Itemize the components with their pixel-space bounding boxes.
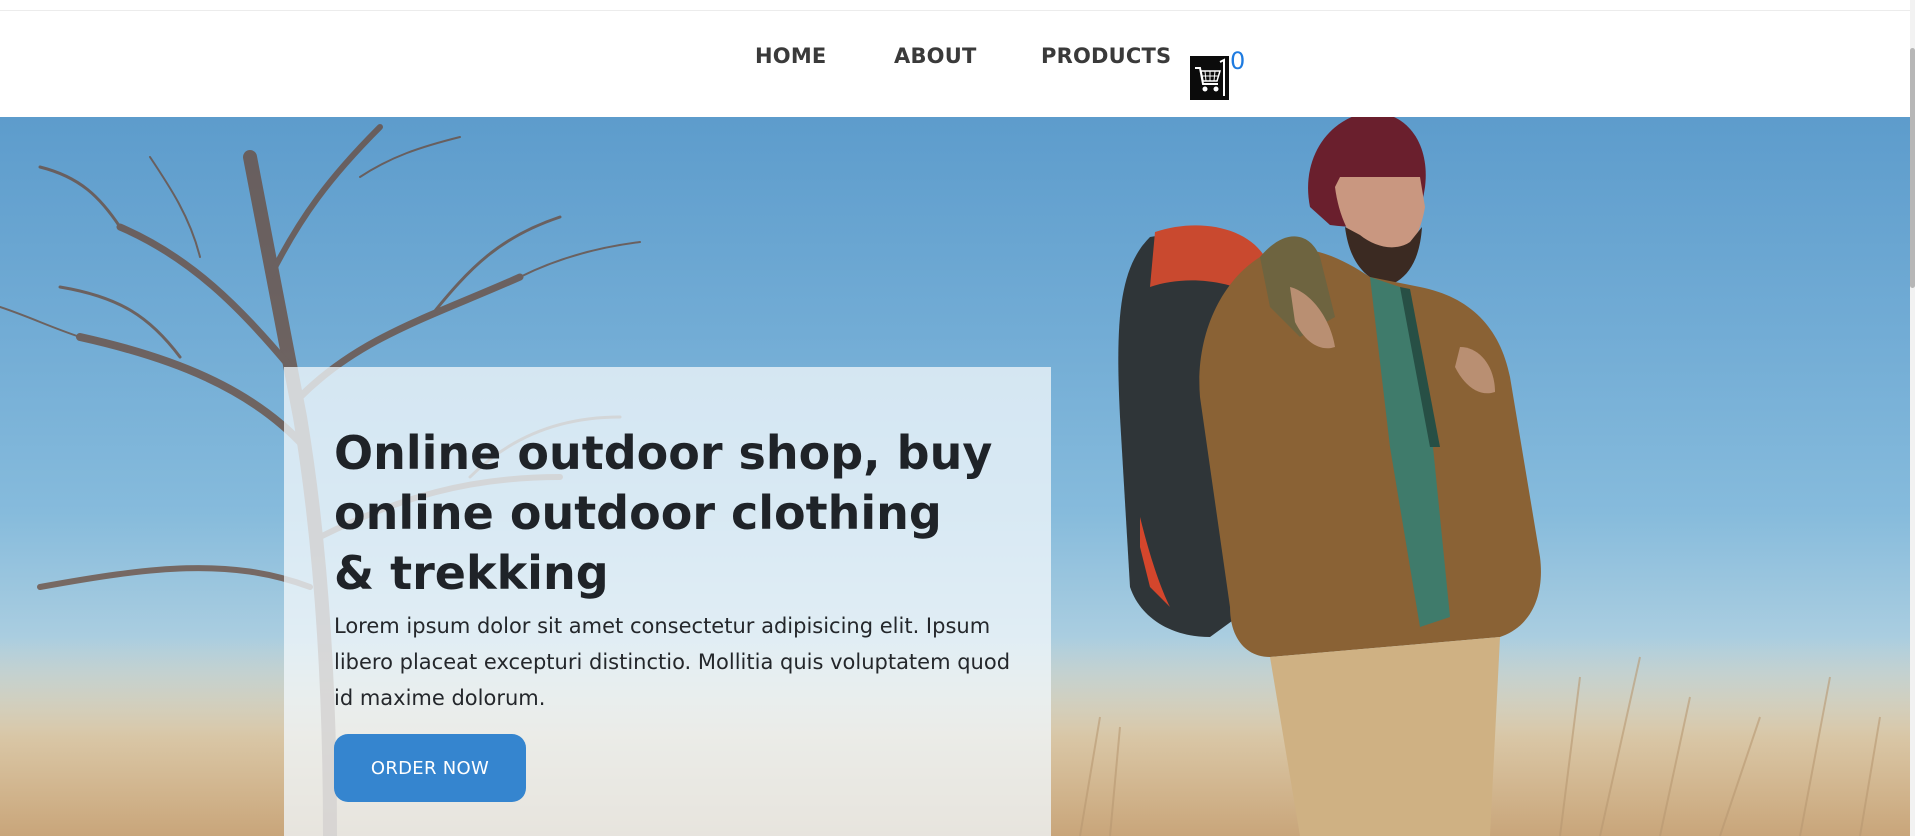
page-scrollbar[interactable] xyxy=(1910,0,1915,836)
nav-home-link[interactable]: HOME xyxy=(755,44,826,68)
order-now-button[interactable]: ORDER NOW xyxy=(334,734,526,802)
navbar: HOME ABOUT PRODUCTS 0 xyxy=(0,11,1910,117)
browser-top-strip xyxy=(0,0,1915,11)
hero-card: Online outdoor shop, buy online outdoor … xyxy=(284,367,1051,836)
hero-section: Online outdoor shop, buy online outdoor … xyxy=(0,117,1910,836)
scrollbar-thumb[interactable] xyxy=(1910,48,1915,288)
cart-button[interactable]: 0 xyxy=(1190,44,1246,100)
cart-count-badge: 0 xyxy=(1230,47,1246,75)
shopping-cart-icon xyxy=(1190,56,1229,100)
nav-products-link[interactable]: PRODUCTS xyxy=(1041,44,1171,68)
hero-title: Online outdoor shop, buy online outdoor … xyxy=(334,426,993,600)
nav-about-link[interactable]: ABOUT xyxy=(894,44,977,68)
hero-description: Lorem ipsum dolor sit amet consectetur a… xyxy=(334,614,1011,710)
